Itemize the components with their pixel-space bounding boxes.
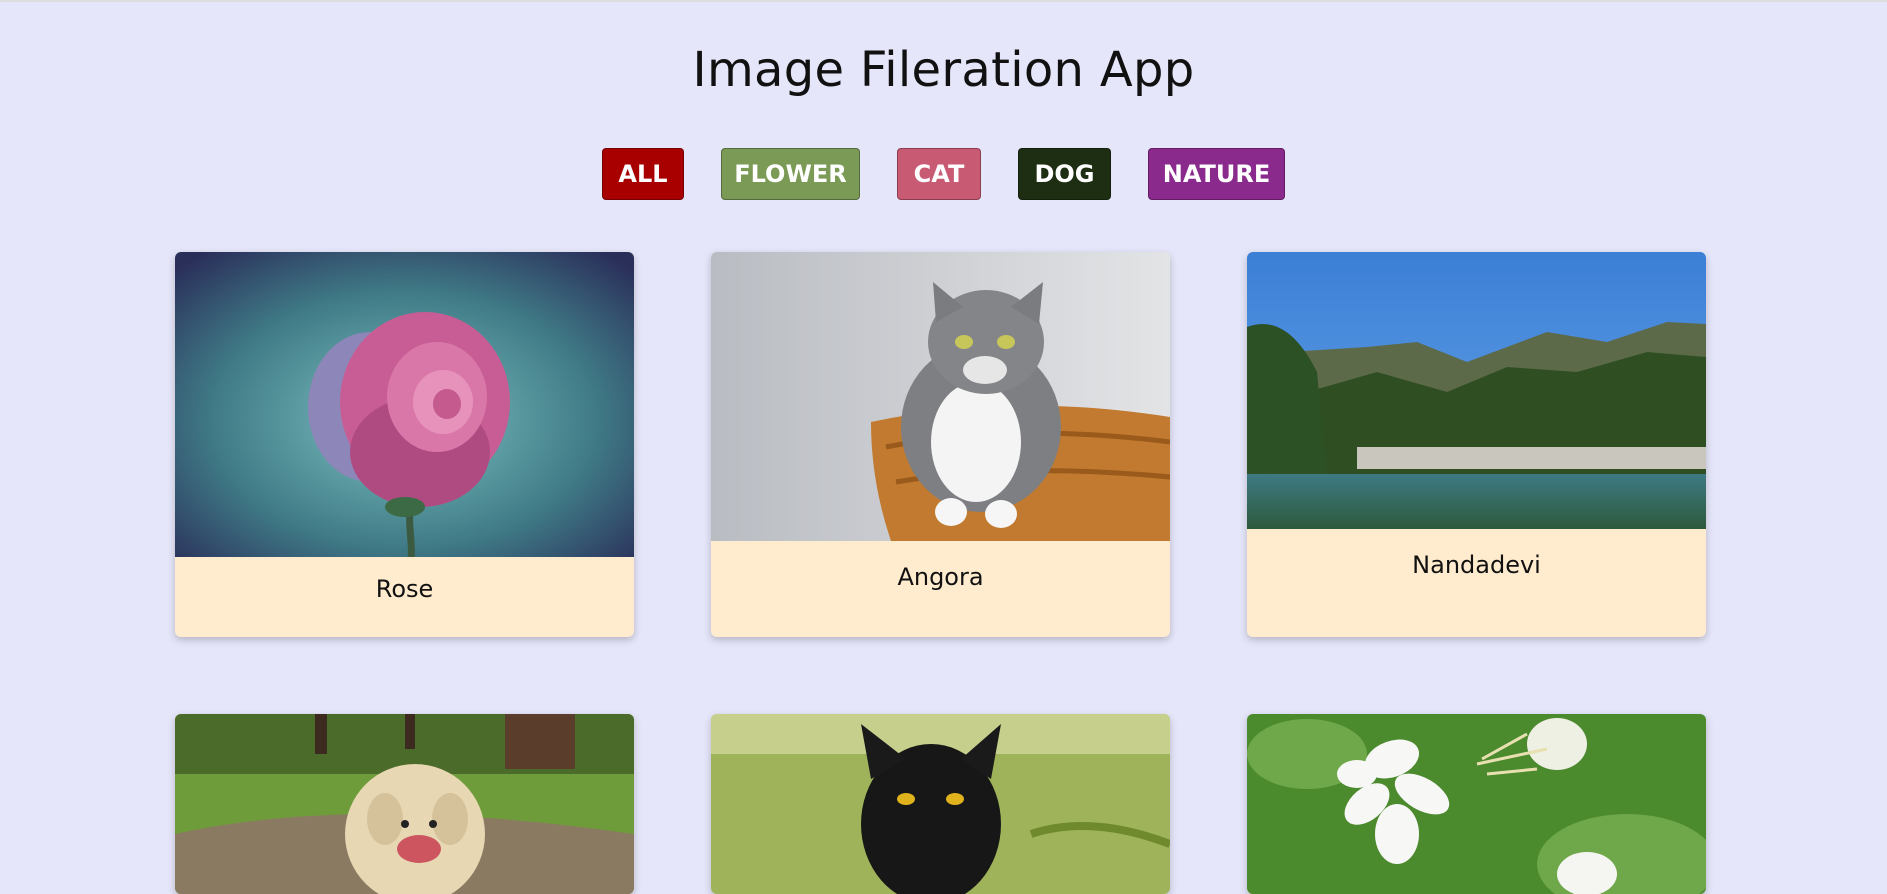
rose-image xyxy=(175,252,634,557)
image-card-nandadevi[interactable]: Nandadevi xyxy=(1247,252,1706,637)
filter-flower-button[interactable]: FLOWER xyxy=(721,148,860,200)
card-caption: Nandadevi xyxy=(1412,551,1541,579)
card-caption: Rose xyxy=(375,575,434,603)
filter-nature-button[interactable]: NATURE xyxy=(1148,148,1285,200)
image-card-rose[interactable]: Rose xyxy=(175,252,634,637)
image-card-angora[interactable]: Angora xyxy=(711,252,1170,637)
filter-dog-button[interactable]: DOG xyxy=(1018,148,1111,200)
filter-bar: ALL FLOWER CAT DOG NATURE xyxy=(0,148,1887,200)
card-caption: Angora xyxy=(897,563,984,591)
mountain-lake-image xyxy=(1247,252,1706,529)
filter-cat-button[interactable]: CAT xyxy=(897,148,981,200)
image-card-jasmine[interactable] xyxy=(1247,714,1706,894)
cat-image xyxy=(711,252,1170,541)
black-cat-image xyxy=(711,714,1170,894)
jasmine-image xyxy=(1247,714,1706,894)
filter-all-button[interactable]: ALL xyxy=(602,148,684,200)
image-card-dog[interactable] xyxy=(175,714,634,894)
dog-image xyxy=(175,714,634,894)
image-card-black-cat[interactable] xyxy=(711,714,1170,894)
page-title: Image Fileration App xyxy=(692,42,1195,98)
